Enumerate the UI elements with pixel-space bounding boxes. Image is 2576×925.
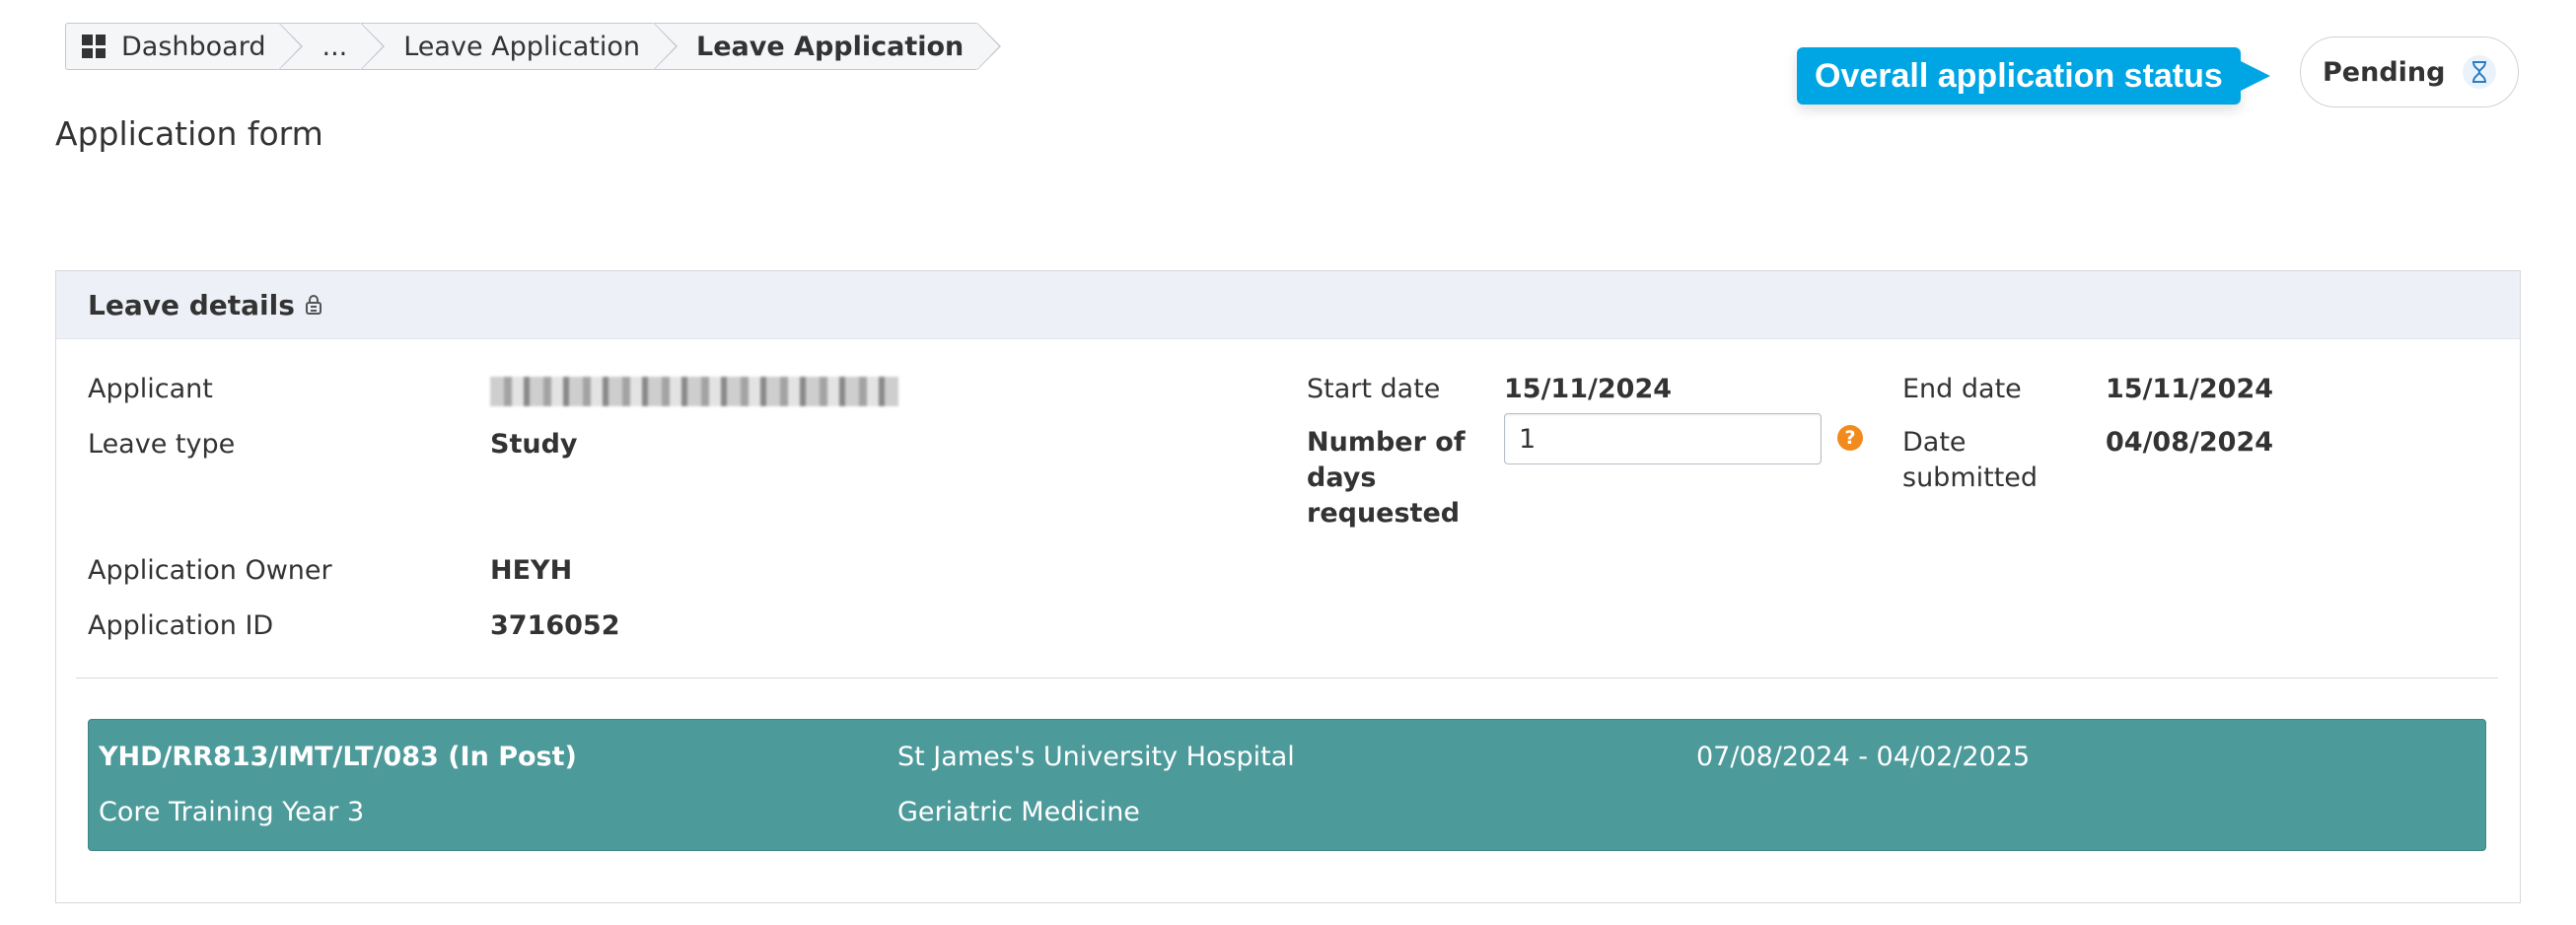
- dashboard-grid-icon: [82, 35, 106, 58]
- start-date-value: 15/11/2024: [1504, 374, 1673, 404]
- owner-value: HEYH: [490, 555, 573, 586]
- status-value: Pending: [2323, 56, 2446, 88]
- lock-icon: [305, 294, 322, 316]
- panel-title: Leave details: [88, 288, 295, 321]
- post-hospital: St James's University Hospital: [897, 742, 1295, 772]
- status-badge[interactable]: Pending: [2300, 36, 2519, 107]
- status-tooltip: Overall application status: [1797, 47, 2270, 105]
- applicant-label: Applicant: [88, 374, 213, 404]
- days-requested-label: Number of days requested: [1307, 427, 1466, 529]
- post-specialty: Geriatric Medicine: [897, 797, 1140, 827]
- post-dates: 07/08/2024 - 04/02/2025: [1696, 742, 2031, 772]
- post-code: YHD/RR813/IMT/LT/083 (In Post): [99, 742, 577, 772]
- breadcrumb-dashboard-label: Dashboard: [121, 31, 266, 62]
- post-grade: Core Training Year 3: [99, 797, 365, 827]
- leave-type-label: Leave type: [88, 429, 236, 460]
- page-title: Application form: [55, 114, 323, 153]
- end-date-label: End date: [1902, 374, 2022, 404]
- breadcrumb-dashboard[interactable]: Dashboard: [65, 23, 305, 70]
- date-submitted-label: Date submitted: [1902, 427, 2039, 493]
- breadcrumb-current: Leave Application: [654, 23, 1002, 70]
- breadcrumb-current-label: Leave Application: [696, 31, 965, 62]
- end-date-value: 15/11/2024: [2106, 374, 2274, 404]
- breadcrumb-ellipsis-label: ...: [322, 31, 348, 62]
- application-id-label: Application ID: [88, 610, 274, 641]
- post-details-bar[interactable]: YHD/RR813/IMT/LT/083 (In Post) Core Trai…: [88, 719, 2486, 851]
- days-requested-input[interactable]: 1: [1504, 413, 1822, 464]
- leave-type-value: Study: [490, 429, 578, 460]
- panel-header: Leave details: [56, 271, 2520, 339]
- date-submitted-value: 04/08/2024: [2106, 427, 2274, 458]
- help-icon[interactable]: ?: [1837, 425, 1863, 451]
- owner-label: Application Owner: [88, 555, 332, 586]
- hourglass-icon: [2463, 55, 2496, 89]
- divider: [76, 677, 2498, 678]
- applicant-name-redacted: [490, 377, 898, 406]
- breadcrumb-leave-application-label: Leave Application: [403, 31, 640, 62]
- leave-details-panel: Leave details Applicant Leave type Study…: [55, 270, 2521, 903]
- breadcrumb: Dashboard ... Leave Application Leave Ap…: [65, 23, 1002, 70]
- breadcrumb-leave-application[interactable]: Leave Application: [361, 23, 678, 70]
- application-id-value: 3716052: [490, 610, 620, 641]
- start-date-label: Start date: [1307, 374, 1441, 404]
